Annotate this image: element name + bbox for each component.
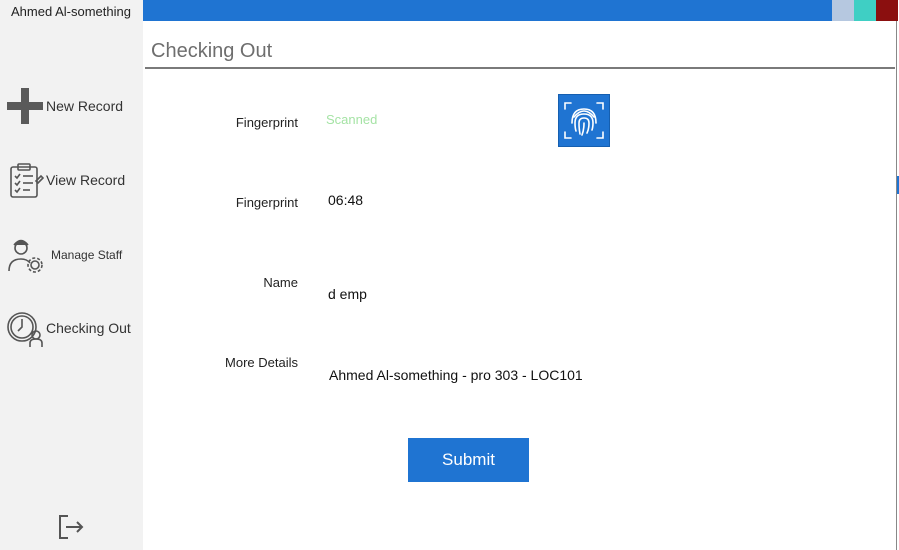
sidebar-item-label: Checking Out	[46, 320, 131, 336]
more-details-value: Ahmed Al-something - pro 303 - LOC101	[329, 367, 583, 383]
fingerprint-label: Fingerprint	[235, 115, 298, 130]
name-label: Name	[263, 275, 298, 290]
sidebar-item-label: New Record	[46, 98, 124, 114]
page-title: Checking Out	[151, 40, 273, 62]
main-panel: Checking Out Fingerprint Scanned Fingerp…	[143, 21, 896, 550]
name-value: d emp	[328, 286, 367, 302]
submit-button[interactable]: Submit	[408, 438, 529, 482]
logout-icon[interactable]	[56, 512, 86, 542]
fingerprint-icon	[559, 102, 609, 150]
sidebar-item-label: View Record	[46, 172, 126, 188]
window-control-square[interactable]	[832, 0, 854, 21]
more-details-label: More Details	[225, 355, 298, 370]
sidebar-item-view-record[interactable]: View Record	[0, 155, 143, 205]
window-control-square[interactable]	[876, 0, 898, 21]
sidebar-item-checking-out[interactable]: Checking Out	[0, 303, 143, 353]
checklist-icon	[6, 161, 45, 199]
plus-icon	[6, 87, 44, 125]
fingerprint-status: Scanned	[326, 112, 378, 127]
user-name: Ahmed Al-something	[11, 4, 131, 19]
sidebar-item-new-record[interactable]: New Record	[0, 81, 143, 131]
sidebar-item-manage-staff[interactable]: Manage Staff	[0, 229, 143, 279]
fingerprint-time-value: 06:48	[328, 192, 364, 208]
staff-gear-icon	[6, 235, 44, 273]
title-divider	[145, 67, 895, 69]
top-bar	[143, 0, 832, 21]
fingerprint-scan-button[interactable]	[558, 94, 610, 147]
fingerprint-time-label: Fingerprint	[235, 195, 298, 210]
window-control-square[interactable]	[854, 0, 876, 21]
clock-user-icon	[6, 309, 44, 347]
sidebar: Ahmed Al-something New Record View Recor…	[0, 0, 143, 550]
window-edge	[896, 21, 897, 550]
sidebar-item-label: Manage Staff	[51, 248, 123, 262]
